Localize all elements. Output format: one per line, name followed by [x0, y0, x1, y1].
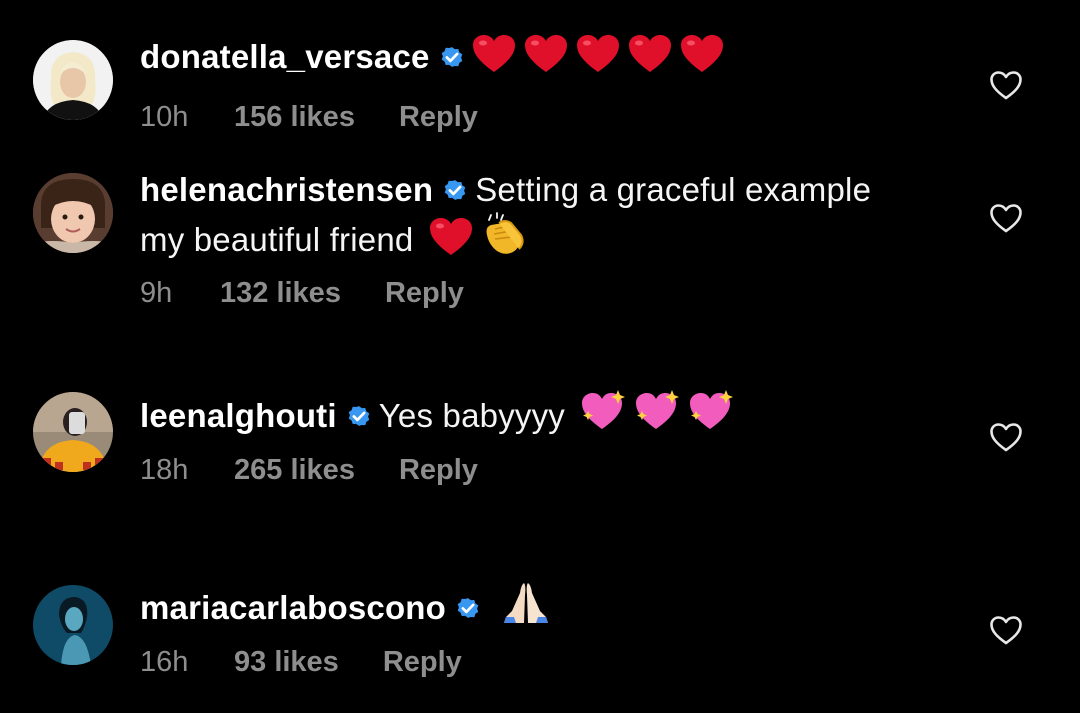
folded-hands-icon — [502, 581, 550, 625]
comment-time: 10h — [140, 101, 189, 133]
comment-time: 16h — [140, 646, 189, 678]
red-heart-icon — [680, 34, 724, 74]
red-heart-icon — [628, 34, 672, 74]
red-heart-icon — [429, 217, 473, 257]
sparkling-heart-icon — [634, 389, 680, 433]
comment-time: 9h — [140, 277, 173, 309]
avatar[interactable] — [33, 40, 113, 120]
reply-button[interactable]: Reply — [399, 454, 478, 487]
comment-likes[interactable]: 132 likes — [220, 277, 341, 310]
like-heart-icon[interactable] — [989, 69, 1023, 103]
avatar[interactable] — [33, 392, 113, 472]
sparkling-heart-icon — [580, 389, 626, 433]
avatar[interactable] — [33, 173, 113, 253]
comment-meta: 16h 93 likes Reply — [140, 646, 462, 679]
comment-time: 18h — [140, 454, 189, 486]
like-heart-icon[interactable] — [989, 421, 1023, 455]
verified-badge-icon — [454, 594, 482, 622]
comment-text: mariacarlaboscono — [140, 581, 900, 629]
clapping-hands-icon — [481, 211, 527, 257]
comment-body: Yes babyyyy — [378, 397, 566, 434]
reply-button[interactable]: Reply — [383, 646, 462, 679]
avatar[interactable] — [33, 585, 113, 665]
comment-username[interactable]: helenachristensen — [140, 171, 433, 208]
comment-username[interactable]: leenalghouti — [140, 397, 337, 434]
sparkling-heart-icon — [688, 389, 734, 433]
verified-badge-icon — [441, 176, 469, 204]
comment-text: leenalghouti Yes babyyyy — [140, 389, 900, 437]
comment-username[interactable]: mariacarlaboscono — [140, 589, 446, 626]
like-heart-icon[interactable] — [989, 614, 1023, 648]
comment-meta: 9h 132 likes Reply — [140, 277, 464, 310]
comment-text: helenachristensen Setting a graceful exam… — [140, 169, 900, 261]
comment-username[interactable]: donatella_versace — [140, 38, 430, 75]
comment-likes[interactable]: 156 likes — [234, 101, 355, 134]
red-heart-icon — [576, 34, 620, 74]
comment-likes[interactable]: 93 likes — [234, 646, 339, 679]
reply-button[interactable]: Reply — [399, 101, 478, 134]
comment-text: donatella_versace — [140, 34, 900, 78]
verified-badge-icon — [345, 402, 373, 430]
red-heart-icon — [524, 34, 568, 74]
comment-meta: 10h 156 likes Reply — [140, 101, 478, 134]
like-heart-icon[interactable] — [989, 202, 1023, 236]
red-heart-icon — [472, 34, 516, 74]
comment-meta: 18h 265 likes Reply — [140, 454, 478, 487]
verified-badge-icon — [438, 43, 466, 71]
comment-likes[interactable]: 265 likes — [234, 454, 355, 487]
reply-button[interactable]: Reply — [385, 277, 464, 310]
